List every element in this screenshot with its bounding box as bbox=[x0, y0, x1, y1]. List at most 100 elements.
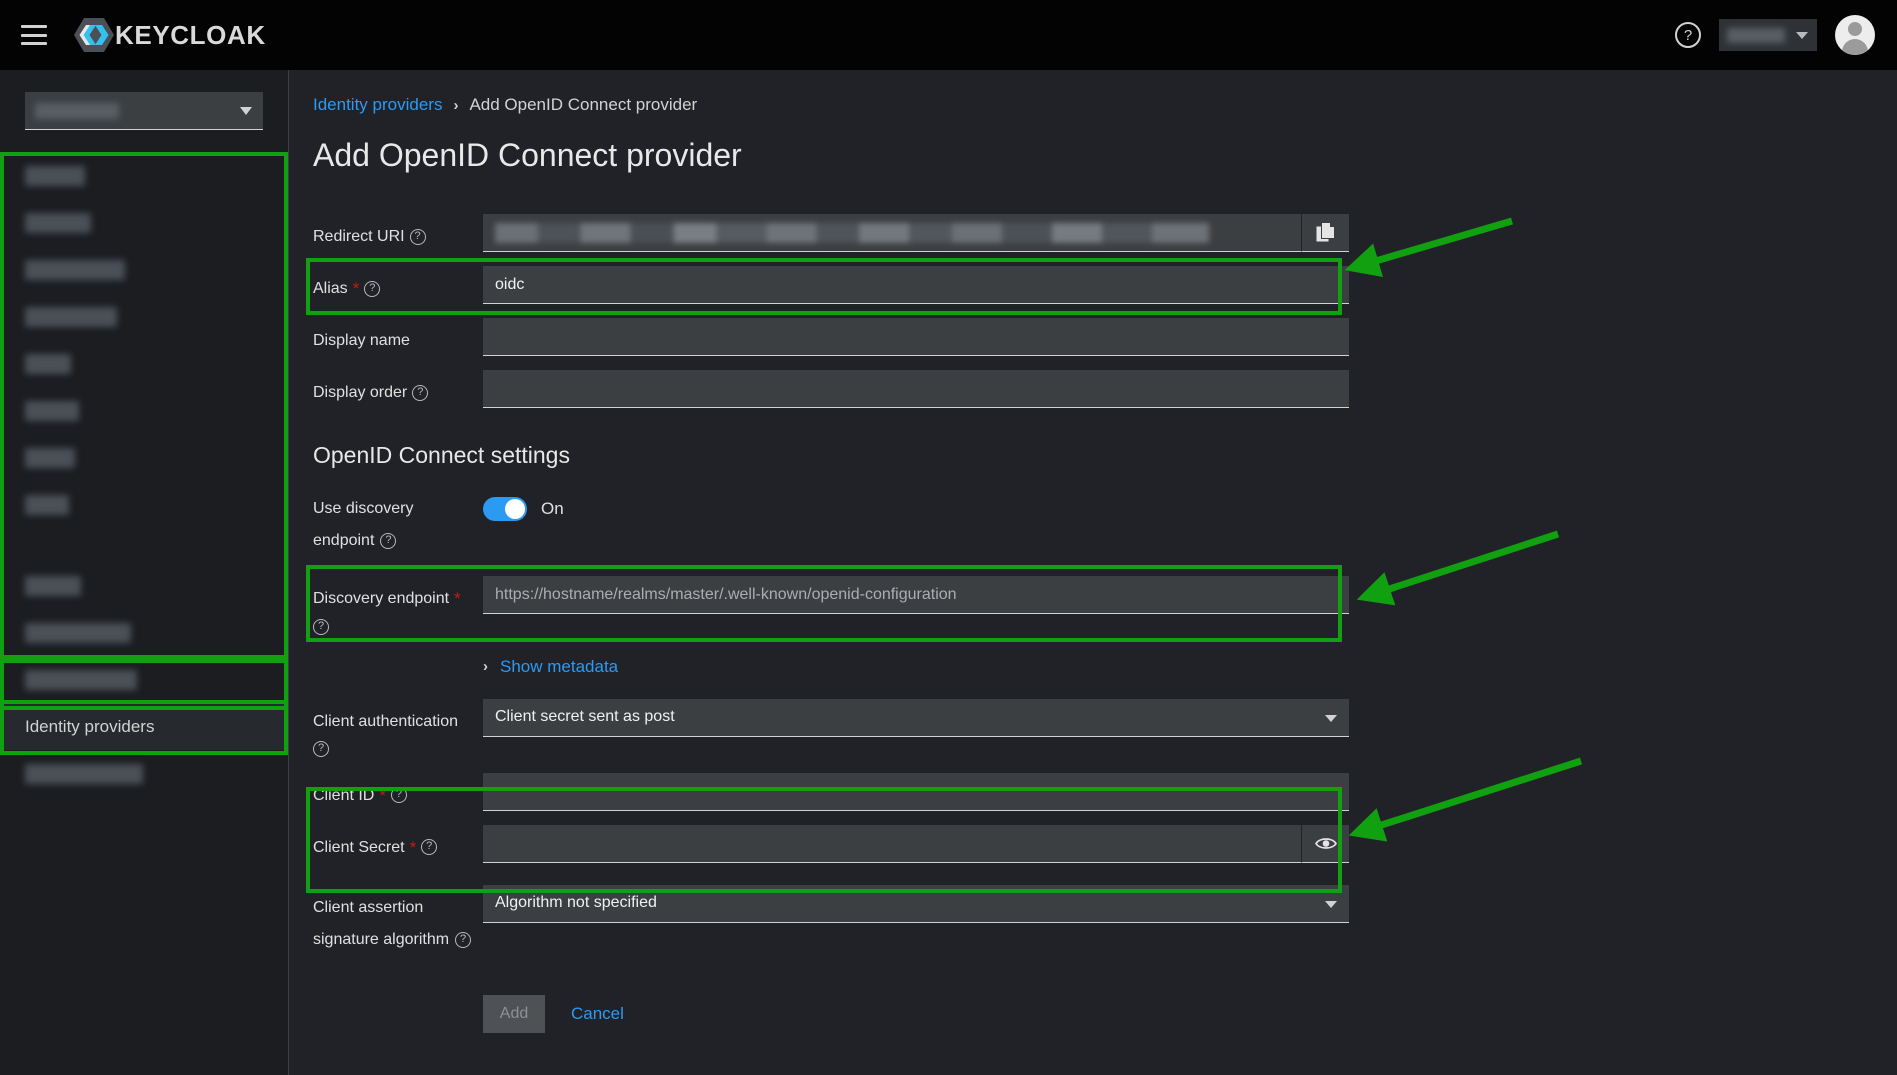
avatar[interactable] bbox=[1835, 15, 1875, 55]
sidebar-item-7[interactable] bbox=[0, 481, 288, 528]
redirect-uri-value-redacted bbox=[495, 223, 1209, 243]
discovery-endpoint-label-group: Discovery endpoint * ? bbox=[313, 576, 483, 634]
display-name-label: Display name bbox=[313, 329, 410, 352]
use-discovery-endpoint-label-group: Use discovery endpoint ? bbox=[313, 491, 483, 552]
use-discovery-endpoint-field: On bbox=[483, 491, 1349, 521]
field-row-discovery-endpoint: Discovery endpoint * ? bbox=[289, 576, 1897, 634]
client-authentication-select[interactable]: Client secret sent as post bbox=[483, 699, 1349, 737]
required-marker: * bbox=[379, 787, 386, 804]
sidebar-item-identity-providers[interactable]: Identity providers bbox=[0, 703, 288, 750]
alias-label-group: Alias * ? bbox=[313, 266, 483, 300]
field-row-client-authentication: Client authentication ? Client secret se… bbox=[289, 699, 1897, 757]
client-assertion-selected-value: Algorithm not specified bbox=[495, 894, 657, 912]
field-row-display-name: Display name bbox=[289, 318, 1897, 356]
help-icon[interactable]: ? bbox=[421, 839, 437, 855]
chevron-right-icon[interactable]: › bbox=[483, 658, 488, 675]
page-title: Add OpenID Connect provider bbox=[313, 137, 1897, 174]
client-assertion-signature-algorithm-select[interactable]: Algorithm not specified bbox=[483, 885, 1349, 923]
main-content: Identity providers › Add OpenID Connect … bbox=[289, 70, 1897, 1075]
sidebar-item-10[interactable] bbox=[0, 656, 288, 703]
sidebar-item-12[interactable] bbox=[0, 750, 288, 797]
add-button[interactable]: Add bbox=[483, 995, 545, 1033]
sidebar-item-4[interactable] bbox=[0, 340, 288, 387]
display-name-label-group: Display name bbox=[313, 318, 483, 352]
client-id-input[interactable] bbox=[483, 773, 1349, 811]
client-assertion-field: Algorithm not specified bbox=[483, 885, 1349, 923]
copy-redirect-uri-button[interactable] bbox=[1301, 214, 1349, 252]
client-id-label: Client ID bbox=[313, 784, 374, 807]
redirect-uri-label-group: Redirect URI ? bbox=[313, 214, 483, 248]
breadcrumb-link-identity-providers[interactable]: Identity providers bbox=[313, 95, 442, 115]
help-icon[interactable]: ? bbox=[455, 932, 471, 948]
field-row-use-discovery-endpoint: Use discovery endpoint ? On bbox=[289, 491, 1897, 552]
display-name-input[interactable] bbox=[483, 318, 1349, 356]
display-order-label-group: Display order ? bbox=[313, 370, 483, 404]
user-menu-value-redacted bbox=[1727, 28, 1785, 43]
help-icon[interactable]: ? bbox=[313, 741, 329, 757]
sidebar-item-6[interactable] bbox=[0, 434, 288, 481]
chevron-down-icon bbox=[1325, 715, 1337, 722]
client-assertion-label-group: Client assertion signature algorithm ? bbox=[313, 885, 483, 951]
provider-form: Redirect URI ? bbox=[289, 214, 1897, 1033]
client-id-field bbox=[483, 773, 1349, 811]
client-id-label-group: Client ID * ? bbox=[313, 773, 483, 807]
show-metadata-row: › Show metadata bbox=[289, 657, 1897, 677]
realm-selector-value-redacted bbox=[35, 103, 119, 119]
help-icon[interactable]: ? bbox=[1675, 22, 1701, 48]
required-marker: * bbox=[353, 280, 360, 297]
sidebar-item-0[interactable] bbox=[0, 152, 288, 199]
client-secret-input[interactable] bbox=[483, 825, 1301, 863]
discovery-endpoint-input[interactable] bbox=[483, 576, 1349, 614]
chevron-down-icon bbox=[1796, 32, 1808, 39]
client-assertion-label-line1: Client assertion bbox=[313, 896, 423, 919]
sidebar-item-2[interactable] bbox=[0, 246, 288, 293]
masthead-actions: ? bbox=[1675, 15, 1875, 55]
cancel-button[interactable]: Cancel bbox=[571, 1004, 624, 1024]
use-discovery-endpoint-toggle[interactable] bbox=[483, 497, 527, 521]
help-icon[interactable]: ? bbox=[410, 229, 426, 245]
breadcrumb-separator-icon: › bbox=[453, 97, 458, 114]
sidebar-item-8[interactable] bbox=[0, 562, 288, 609]
use-discovery-endpoint-state: On bbox=[541, 499, 564, 519]
breadcrumb-current: Add OpenID Connect provider bbox=[469, 95, 697, 115]
eye-icon bbox=[1315, 836, 1337, 851]
sidebar-item-3[interactable] bbox=[0, 293, 288, 340]
sidebar-item-1[interactable] bbox=[0, 199, 288, 246]
user-menu-select[interactable] bbox=[1719, 19, 1817, 51]
sidebar-item-5[interactable] bbox=[0, 387, 288, 434]
help-icon[interactable]: ? bbox=[391, 787, 407, 803]
chevron-down-icon bbox=[240, 107, 252, 115]
sidebar-group-divider bbox=[0, 528, 288, 562]
field-row-display-order: Display order ? bbox=[289, 370, 1897, 408]
keycloak-mark-icon bbox=[73, 17, 115, 53]
display-name-field bbox=[483, 318, 1349, 356]
hamburger-icon[interactable] bbox=[21, 25, 47, 45]
required-marker: * bbox=[454, 590, 461, 607]
sidebar-item-9[interactable] bbox=[0, 609, 288, 656]
show-metadata-link[interactable]: Show metadata bbox=[500, 657, 618, 677]
field-row-client-id: Client ID * ? bbox=[289, 773, 1897, 811]
help-icon[interactable]: ? bbox=[412, 385, 428, 401]
client-secret-label-group: Client Secret * ? bbox=[313, 825, 483, 859]
field-row-client-secret: Client Secret * ? bbox=[289, 825, 1897, 863]
alias-field bbox=[483, 266, 1349, 304]
display-order-field bbox=[483, 370, 1349, 408]
client-authentication-selected-value: Client secret sent as post bbox=[495, 708, 675, 726]
copy-icon bbox=[1316, 222, 1335, 243]
help-icon[interactable]: ? bbox=[364, 281, 380, 297]
display-order-input[interactable] bbox=[483, 370, 1349, 408]
help-icon[interactable]: ? bbox=[380, 533, 396, 549]
field-row-alias: Alias * ? bbox=[289, 266, 1897, 304]
realm-selector[interactable] bbox=[25, 92, 263, 130]
use-discovery-endpoint-label-line1: Use discovery bbox=[313, 497, 413, 520]
client-secret-field bbox=[483, 825, 1349, 863]
client-authentication-field: Client secret sent as post bbox=[483, 699, 1349, 737]
alias-input[interactable] bbox=[483, 266, 1349, 304]
field-row-redirect-uri: Redirect URI ? bbox=[289, 214, 1897, 252]
reveal-client-secret-button[interactable] bbox=[1301, 825, 1349, 863]
masthead: KEYCLOAK ? bbox=[0, 0, 1897, 70]
help-icon[interactable]: ? bbox=[313, 619, 329, 635]
keycloak-logo[interactable]: KEYCLOAK bbox=[73, 17, 266, 53]
client-authentication-label-group: Client authentication ? bbox=[313, 699, 483, 757]
required-marker: * bbox=[410, 839, 417, 856]
